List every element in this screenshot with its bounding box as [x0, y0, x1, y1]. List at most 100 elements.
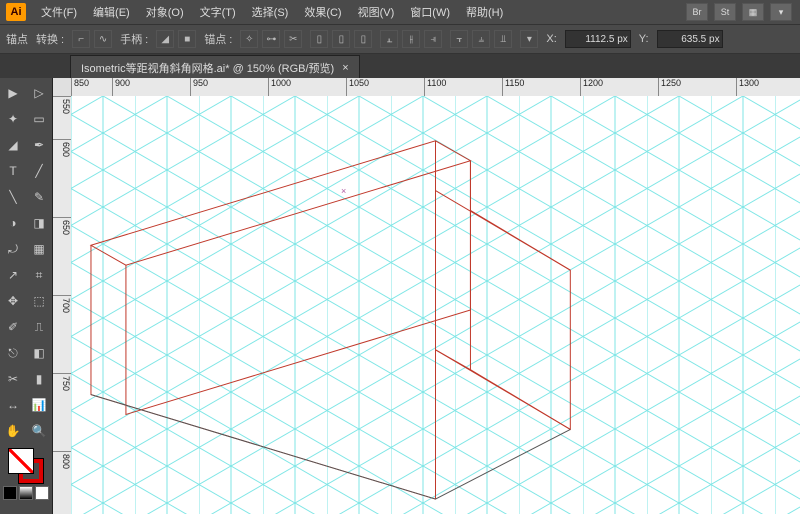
tool-rectangle[interactable]: ╲ [1, 185, 25, 209]
align-v-top-icon[interactable]: ⫟ [450, 30, 468, 48]
tool-perspective[interactable]: ⬚ [27, 289, 51, 313]
align-edge-icon-2[interactable]: ▯ [332, 30, 350, 48]
workspace-switcher[interactable]: ▾ [770, 3, 792, 21]
menu-window[interactable]: 窗口(W) [403, 1, 457, 23]
align-h-right-icon[interactable]: ⫣ [424, 30, 442, 48]
ruler-v-tick: 700 [53, 295, 71, 373]
tool-eyedropper[interactable]: ⎋ [1, 341, 25, 365]
tool-artboard[interactable]: ↔ [1, 393, 25, 417]
tab-title: Isometric等距视角斜角网格.ai* @ 150% (RGB/预览) [81, 60, 334, 76]
anchor-marker-icon: × [341, 186, 346, 196]
canvas-area[interactable]: 850 900 950 1000 1050 1100 1150 1200 125… [53, 78, 800, 514]
x-label: X: [546, 33, 556, 45]
menu-edit[interactable]: 编辑(E) [86, 1, 137, 23]
tool-lasso[interactable]: ▭ [27, 107, 51, 131]
convert-smooth-icon[interactable]: ∿ [94, 30, 112, 48]
align-v-bot-icon[interactable]: ⫫ [494, 30, 512, 48]
artwork-paths [71, 96, 800, 514]
tool-free-transform[interactable]: ⌗ [27, 263, 51, 287]
convert-corner-icon[interactable]: ⌐ [72, 30, 90, 48]
show-handle-icon[interactable]: ◢ [156, 30, 174, 48]
arrange-docs-icon[interactable]: ▦ [742, 3, 764, 21]
menu-view[interactable]: 视图(V) [351, 1, 402, 23]
menu-object[interactable]: 对象(O) [139, 1, 191, 23]
ruler-vertical[interactable]: 550 600 650 700 750 800 [53, 96, 72, 514]
tool-paintbrush[interactable]: ✎ [27, 185, 51, 209]
align-h-center-icon[interactable]: ⫲ [402, 30, 420, 48]
tool-type[interactable]: T [1, 159, 25, 183]
ruler-v-tick: 600 [53, 139, 71, 217]
ruler-h-tick: 850 [71, 78, 112, 96]
connect-anchor-icon[interactable]: ⊶ [262, 30, 280, 48]
ruler-h-tick: 950 [190, 78, 268, 96]
tool-column-graph[interactable]: ▮ [27, 367, 51, 391]
ruler-h-tick: 1050 [346, 78, 424, 96]
fill-swatch[interactable] [8, 448, 34, 474]
tool-curvature[interactable]: ✒ [27, 133, 51, 157]
ruler-h-tick: 1100 [424, 78, 502, 96]
ruler-h-tick: 1150 [502, 78, 580, 96]
ruler-h-tick: 1300 [736, 78, 800, 96]
align-to-icon[interactable]: ▾ [520, 30, 538, 48]
menubar: Ai 文件(F) 编辑(E) 对象(O) 文字(T) 选择(S) 效果(C) 视… [0, 0, 800, 24]
tool-line[interactable]: ╱ [27, 159, 51, 183]
tool-direct-select[interactable]: ▷ [27, 81, 51, 105]
tool-blend[interactable]: ◧ [27, 341, 51, 365]
ruler-h-tick: 900 [112, 78, 190, 96]
ruler-origin[interactable] [53, 78, 72, 97]
tool-slice[interactable]: 📊 [27, 393, 51, 417]
menu-type[interactable]: 文字(T) [193, 1, 243, 23]
y-label: Y: [639, 33, 649, 45]
tool-eraser[interactable]: ◨ [27, 211, 51, 235]
hide-handle-icon[interactable]: ■ [178, 30, 196, 48]
control-bar: 锚点 转换 : ⌐ ∿ 手柄 : ◢ ■ 锚点 : ✧ ⊶ ✂ ▯ ▯ ▯ ⫠ … [0, 24, 800, 54]
bridge-icon[interactable]: Br [686, 3, 708, 21]
tool-hand[interactable]: ✋ [1, 419, 25, 443]
tool-shape-builder[interactable]: ✥ [1, 289, 25, 313]
color-mode-swatch[interactable] [3, 486, 17, 500]
app-logo: Ai [6, 3, 26, 21]
ruler-horizontal[interactable]: 850 900 950 1000 1050 1100 1150 1200 125… [71, 78, 800, 97]
tool-rotate[interactable]: ⤾ [1, 237, 25, 261]
tool-scale[interactable]: ▦ [27, 237, 51, 261]
none-mode-swatch[interactable] [35, 486, 49, 500]
align-h-left-icon[interactable]: ⫠ [380, 30, 398, 48]
tool-shaper[interactable]: ◑ [1, 211, 25, 235]
toolbox: ▶▷ ✦▭ ◢✒ T╱ ╲✎ ◑◨ ⤾▦ ↗⌗ ✥⬚ ✐⎍ ⎋◧ ✂▮ ↔📊 ✋… [0, 78, 53, 514]
y-input[interactable] [657, 30, 723, 48]
menu-file[interactable]: 文件(F) [34, 1, 84, 23]
align-edge-icon-1[interactable]: ▯ [310, 30, 328, 48]
menu-effect[interactable]: 效果(C) [297, 1, 348, 23]
anchor-label: 锚点 [6, 31, 28, 47]
ruler-v-tick: 750 [53, 373, 71, 451]
fill-stroke-swatch[interactable] [8, 448, 44, 484]
convert-label: 转换 : [36, 31, 64, 47]
align-v-mid-icon[interactable]: ⫨ [472, 30, 490, 48]
document-tab[interactable]: Isometric等距视角斜角网格.ai* @ 150% (RGB/预览) × [70, 55, 360, 80]
tool-zoom[interactable]: 🔍 [27, 419, 51, 443]
ruler-h-tick: 1250 [658, 78, 736, 96]
tool-magic-wand[interactable]: ✦ [1, 107, 25, 131]
tool-selection[interactable]: ▶ [1, 81, 25, 105]
ruler-v-tick: 550 [53, 96, 71, 139]
remove-anchor-icon[interactable]: ✧ [240, 30, 258, 48]
x-input[interactable] [565, 30, 631, 48]
tool-symbol-spray[interactable]: ✂ [1, 367, 25, 391]
ruler-v-tick: 650 [53, 217, 71, 295]
menu-select[interactable]: 选择(S) [245, 1, 296, 23]
cut-anchor-icon[interactable]: ✂ [284, 30, 302, 48]
align-edge-icon-3[interactable]: ▯ [354, 30, 372, 48]
tab-close-icon[interactable]: × [342, 62, 348, 74]
tool-gradient[interactable]: ⎍ [27, 315, 51, 339]
ruler-v-tick: 800 [53, 451, 71, 514]
stock-icon[interactable]: St [714, 3, 736, 21]
gradient-mode-swatch[interactable] [19, 486, 33, 500]
tool-width[interactable]: ↗ [1, 263, 25, 287]
menu-help[interactable]: 帮助(H) [459, 1, 510, 23]
handle-label: 手柄 : [120, 31, 148, 47]
tool-mesh[interactable]: ✐ [1, 315, 25, 339]
tool-pen[interactable]: ◢ [1, 133, 25, 157]
ruler-h-tick: 1200 [580, 78, 658, 96]
canvas[interactable]: × [71, 96, 800, 514]
anchor2-label: 锚点 : [204, 31, 232, 47]
